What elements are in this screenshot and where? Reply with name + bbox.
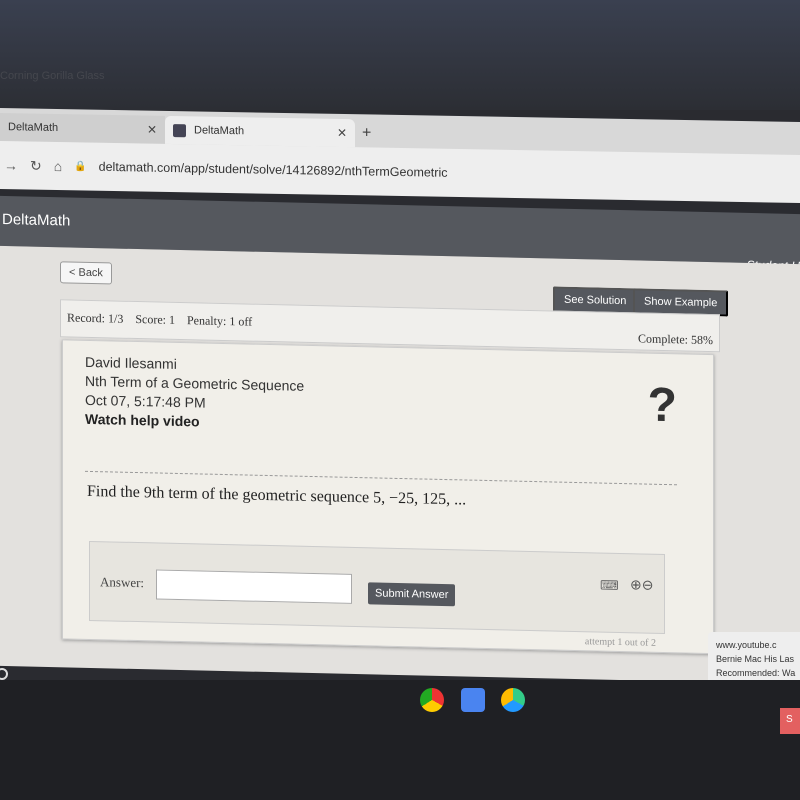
close-tab-icon[interactable]: ✕ — [147, 123, 157, 137]
submit-answer-button[interactable]: Submit Answer — [368, 582, 456, 607]
tab-title: DeltaMath — [8, 121, 59, 135]
keyboard-icon[interactable]: ⌨ — [600, 578, 619, 594]
zoom-plus-minus-icon[interactable]: ⊕⊖ — [630, 576, 653, 594]
score-value: Score: 1 — [135, 311, 175, 327]
tab-title: DeltaMath — [194, 124, 245, 138]
forward-icon[interactable]: → — [4, 157, 18, 173]
problem-card: David Ilesanmi Nth Term of a Geometric S… — [62, 339, 714, 655]
main-page: < Back See Solution Show Example Record:… — [0, 245, 800, 685]
screen-bezel: Corning Gorilla Glass — [0, 0, 800, 110]
answer-input[interactable] — [156, 569, 352, 604]
deltamath-favicon-icon — [173, 123, 186, 137]
os-shelf — [0, 680, 800, 800]
back-button[interactable]: < Back — [60, 261, 112, 285]
media-notification[interactable]: www.youtube.c Bernie Mac His Las Recomme… — [708, 632, 800, 687]
new-tab-icon[interactable]: + — [362, 124, 371, 142]
penalty-value: Penalty: 1 off — [186, 313, 253, 329]
url-field[interactable]: deltamath.com/app/student/solve/14126892… — [99, 160, 448, 180]
home-icon[interactable]: ⌂ — [54, 158, 62, 174]
attempt-counter: attempt 1 out of 2 — [584, 636, 656, 649]
launcher-icon[interactable] — [0, 668, 8, 680]
close-tab-icon[interactable]: ✕ — [337, 126, 347, 140]
lock-icon: 🔒 — [74, 160, 87, 173]
chrome-icon[interactable] — [420, 688, 444, 712]
record-value: Record: 1/3 — [67, 310, 124, 326]
play-store-icon[interactable] — [501, 688, 525, 712]
help-question-icon[interactable]: ? — [648, 378, 677, 434]
answer-area: Answer: Submit Answer ⌨ ⊕⊖ attempt 1 out… — [89, 540, 665, 649]
answer-label: Answer: — [100, 574, 145, 591]
docs-icon[interactable] — [461, 688, 485, 712]
complete-value: Complete: 58% — [638, 331, 713, 348]
question-text: Find the 9th term of the geometric seque… — [87, 482, 467, 509]
red-button[interactable]: S — [780, 708, 800, 734]
notification-title: Bernie Mac His Las — [716, 654, 795, 664]
reload-icon[interactable]: ↻ — [30, 157, 42, 174]
browser-tab-active[interactable]: DeltaMath ✕ — [165, 115, 355, 148]
app-logo[interactable]: DeltaMath — [2, 211, 70, 230]
notification-subtitle: Recommended: Wa — [716, 668, 796, 678]
divider — [85, 470, 677, 486]
notification-source: www.youtube.c — [716, 640, 777, 650]
help-video-link[interactable]: Watch help video — [85, 410, 304, 434]
bezel-text: Corning Gorilla Glass — [0, 70, 105, 82]
browser-tab[interactable]: DeltaMath ✕ — [0, 113, 165, 144]
